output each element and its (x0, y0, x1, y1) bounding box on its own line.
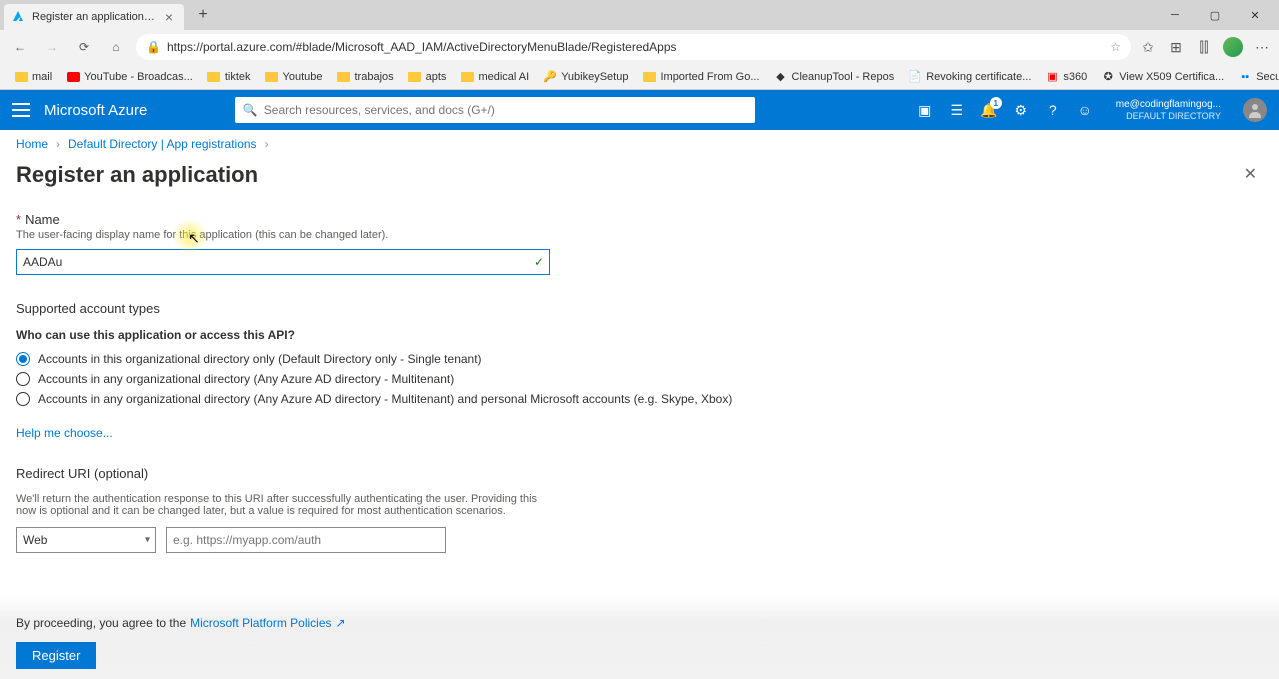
notifications-icon[interactable]: 🔔1 (980, 101, 998, 119)
account-info[interactable]: me@codingflamingog... DEFAULT DIRECTORY (1116, 99, 1221, 122)
radio-multi-and-personal[interactable]: Accounts in any organizational directory… (16, 392, 1263, 406)
checkmark-icon: ✓ (534, 255, 544, 269)
help-me-choose-link[interactable]: Help me choose... (16, 426, 113, 440)
bookmark-apts[interactable]: apts (402, 68, 453, 86)
home-button[interactable]: ⌂ (104, 35, 128, 59)
collections-icon[interactable]: ⊞ (1167, 38, 1185, 56)
crumb-app-registrations[interactable]: Default Directory | App registrations (68, 137, 257, 151)
bookmark-imported[interactable]: Imported From Go... (636, 68, 765, 86)
platform-policies-link[interactable]: Microsoft Platform Policies (190, 616, 331, 630)
name-label: *Name (16, 212, 1263, 227)
browser-tab[interactable]: Register an application - Micros... × (4, 4, 184, 30)
radio-single-tenant[interactable]: Accounts in this organizational director… (16, 352, 1263, 366)
profile-avatar[interactable] (1223, 37, 1243, 57)
page-title: Register an application (16, 162, 258, 188)
url-field[interactable]: 🔒 https://portal.azure.com/#blade/Micros… (136, 34, 1131, 60)
close-window-button[interactable]: ✕ (1235, 2, 1275, 28)
close-blade-button[interactable]: ✕ (1244, 164, 1257, 184)
azure-top-bar: Microsoft Azure 🔍 ▣ ☰ 🔔1 ⚙ ? ☺ me@coding… (0, 90, 1279, 130)
redirect-uri-title: Redirect URI (optional) (16, 466, 1263, 481)
account-avatar[interactable] (1243, 98, 1267, 122)
hamburger-menu[interactable] (12, 103, 30, 117)
bookmark-trabajos[interactable]: trabajos (331, 68, 400, 86)
register-button[interactable]: Register (16, 642, 96, 669)
reading-icon[interactable]: ⫿⫿ (1195, 38, 1213, 56)
azure-favicon (12, 10, 26, 24)
bookmark-x509[interactable]: ✪View X509 Certifica... (1095, 68, 1230, 86)
back-button[interactable]: ← (8, 35, 32, 59)
bookmark-youtube2[interactable]: Youtube (259, 68, 329, 86)
new-tab-button[interactable]: + (190, 2, 216, 28)
minimize-button[interactable]: ─ (1155, 2, 1195, 28)
settings-icon[interactable]: ⚙ (1012, 101, 1030, 119)
more-icon[interactable]: ⋯ (1253, 38, 1271, 56)
maximize-button[interactable]: ▢ (1195, 2, 1235, 28)
bookmark-tiktek[interactable]: tiktek (201, 68, 257, 86)
cloud-shell-icon[interactable]: ▣ (916, 101, 934, 119)
radio-multi-tenant[interactable]: Accounts in any organizational directory… (16, 372, 1263, 386)
chevron-down-icon: ▾ (145, 535, 150, 546)
blade-footer: By proceeding, you agree to the Microsof… (0, 596, 1279, 679)
account-types-question: Who can use this application or access t… (16, 328, 1263, 342)
bookmark-cleanup[interactable]: ◆CleanupTool - Repos (768, 68, 901, 86)
crumb-home[interactable]: Home (16, 137, 48, 151)
bookmark-s360[interactable]: ▣s360 (1039, 68, 1093, 86)
external-link-icon: ↗ (336, 616, 346, 630)
feedback-icon[interactable]: ☺ (1076, 101, 1094, 119)
footer-policy-text: By proceeding, you agree to the Microsof… (16, 616, 1263, 630)
tab-title: Register an application - Micros... (32, 11, 156, 23)
name-description: The user-facing display name for this ap… (16, 229, 1263, 241)
azure-search[interactable]: 🔍 (235, 97, 755, 123)
bookmark-medical[interactable]: medical AI (454, 68, 535, 86)
lock-icon: 🔒 (146, 40, 161, 54)
bookmark-yubikey[interactable]: 🔑YubikeySetup (537, 68, 634, 86)
tab-close-button[interactable]: × (162, 10, 176, 24)
platform-select[interactable]: Web (16, 527, 156, 553)
register-application-blade: Register an application ✕ *Name The user… (0, 158, 1279, 569)
browser-tab-bar: Register an application - Micros... × + … (0, 0, 1279, 30)
azure-logo[interactable]: Microsoft Azure (44, 102, 147, 119)
redirect-uri-input[interactable] (166, 527, 446, 553)
breadcrumb: Home › Default Directory | App registrat… (0, 130, 1279, 158)
chevron-right-icon: › (56, 137, 60, 151)
redirect-uri-description: We'll return the authentication response… (16, 493, 556, 517)
favorites-icon[interactable]: ✩ (1139, 38, 1157, 56)
refresh-button[interactable]: ⟳ (72, 35, 96, 59)
bookmark-youtube[interactable]: YouTube - Broadcas... (60, 68, 199, 86)
bookmark-bar: mail YouTube - Broadcas... tiktek Youtub… (0, 64, 1279, 90)
bookmark-securing[interactable]: ▪▪Securing Azure SQL... (1232, 68, 1279, 86)
chevron-right-icon: › (265, 137, 269, 151)
radio-icon (16, 372, 30, 386)
search-input[interactable] (264, 103, 747, 117)
account-types-title: Supported account types (16, 301, 1263, 316)
radio-icon (16, 352, 30, 366)
app-name-input[interactable] (16, 249, 550, 275)
search-icon: 🔍 (243, 103, 258, 117)
help-icon[interactable]: ? (1044, 101, 1062, 119)
radio-icon (16, 392, 30, 406)
star-icon[interactable]: ☆ (1110, 40, 1121, 54)
bookmark-revoking[interactable]: 📄Revoking certificate... (902, 68, 1037, 86)
forward-button[interactable]: → (40, 35, 64, 59)
directory-icon[interactable]: ☰ (948, 101, 966, 119)
bookmark-mail[interactable]: mail (8, 68, 58, 86)
address-bar: ← → ⟳ ⌂ 🔒 https://portal.azure.com/#blad… (0, 30, 1279, 64)
url-text: https://portal.azure.com/#blade/Microsof… (167, 40, 1104, 54)
